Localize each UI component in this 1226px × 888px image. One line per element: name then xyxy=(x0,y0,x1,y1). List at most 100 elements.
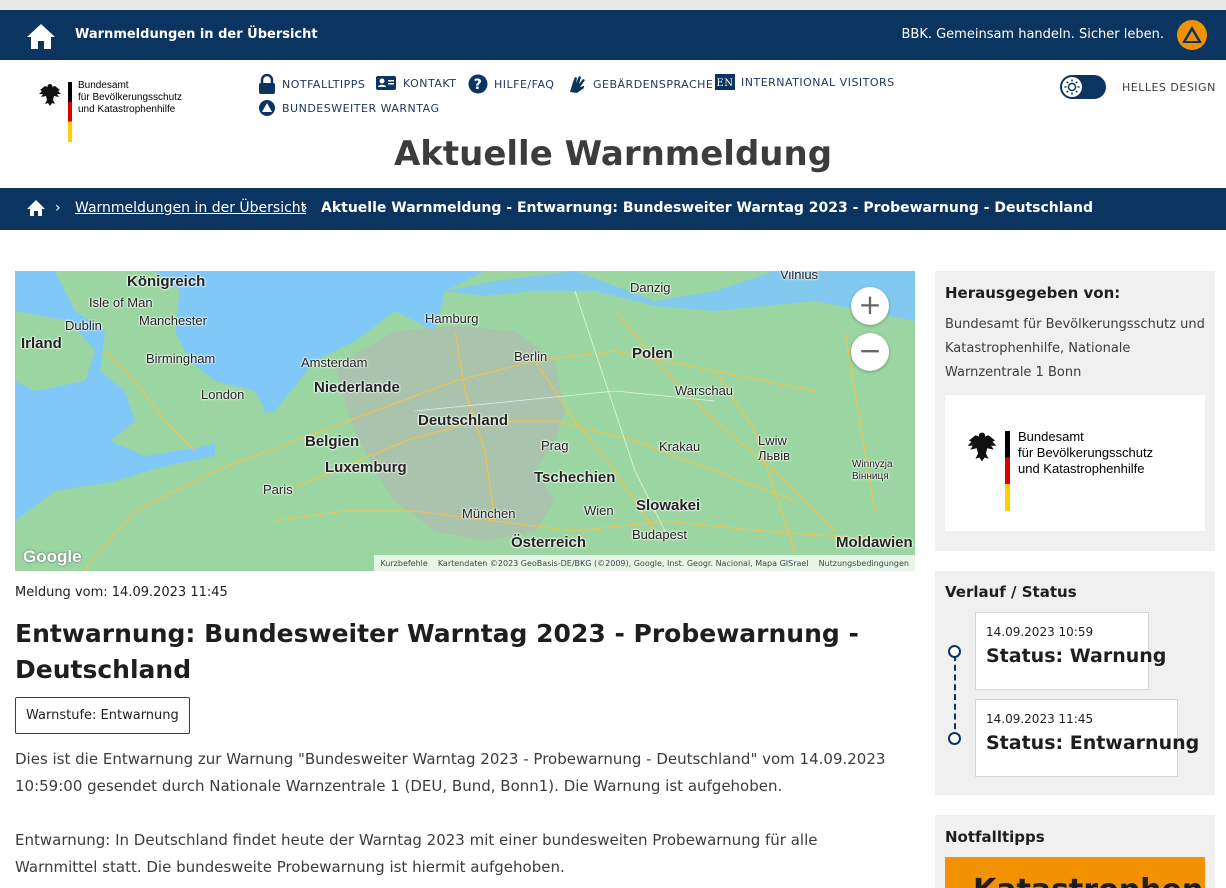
chevron-right-icon: › xyxy=(55,200,61,216)
publisher-heading: Herausgegeben von: xyxy=(945,284,1121,302)
bbk-logo-icon[interactable] xyxy=(1176,19,1208,51)
lock-icon xyxy=(259,74,275,94)
status-entry-status: Status: Entwarnung xyxy=(986,732,1200,754)
question-icon: ? xyxy=(468,74,488,94)
breadcrumb-current: Aktuelle Warnmeldung - Entwarnung: Bunde… xyxy=(321,200,1093,216)
eagle-icon xyxy=(967,432,997,462)
german-flag-bar xyxy=(68,82,72,142)
map-zoom-in-button[interactable]: + xyxy=(851,287,889,325)
sign-language-icon xyxy=(570,76,585,93)
map-label-deutschland: Deutschland xyxy=(418,412,509,429)
map-label-danzig: Danzig xyxy=(630,280,671,295)
sun-icon xyxy=(1064,79,1080,95)
warning-instruction: Entwarnung: In Deutschland findet heute … xyxy=(15,831,818,876)
map-label-manchester: Manchester xyxy=(139,313,207,328)
toggle-knob xyxy=(1062,77,1082,97)
nav-notfalltipps[interactable]: NOTFALLTIPPS xyxy=(258,74,365,94)
map-label-vilnius: Vilnius xyxy=(780,271,819,282)
timeline-line xyxy=(954,655,956,739)
warning-headline: Entwarnung: Bundesweiter Warntag 2023 - … xyxy=(15,619,859,684)
map-zoom-out-button[interactable]: − xyxy=(851,333,889,371)
top-bar: Warnmeldungen in der Übersicht BBK. Geme… xyxy=(0,10,1226,60)
status-entry-status: Status: Warnung xyxy=(986,645,1167,667)
map-label-isle-of-man: Isle of Man xyxy=(89,295,153,310)
map-label-oesterreich: Österreich xyxy=(511,534,587,551)
breadcrumb-link-overview[interactable]: Warnmeldungen in der Übersicht xyxy=(75,200,306,216)
map-label-irland: Irland xyxy=(21,335,62,352)
map-label-niederlande: Niederlande xyxy=(314,379,400,396)
map-label-polen: Polen xyxy=(632,345,673,362)
map-label-amsterdam: Amsterdam xyxy=(301,355,368,370)
top-strip xyxy=(0,0,1226,10)
status-entry-time: 14.09.2023 10:59 xyxy=(986,625,1094,639)
google-logo[interactable]: Google xyxy=(23,547,82,567)
page-title: Aktuelle Warnmeldung xyxy=(393,134,833,174)
map-label-winnyzja: Winnyzja Вінниця xyxy=(852,459,893,482)
home-icon[interactable] xyxy=(26,22,56,50)
map-label-koenigreich: Königreich xyxy=(127,273,206,290)
warning-level-badge: Warnstufe: Entwarnung xyxy=(15,697,190,734)
status-history-box: Verlauf / Status 14.09.2023 10:59 Status… xyxy=(935,571,1215,795)
map-label-lwiw: Lwiw Львів xyxy=(758,433,791,463)
map-label-wien: Wien xyxy=(584,503,614,518)
map-label-prag: Prag xyxy=(541,438,569,453)
svg-text:EN: EN xyxy=(716,78,733,89)
topbar-title-link[interactable]: Warnmeldungen in der Übersicht xyxy=(75,27,318,42)
warning-map[interactable]: Königreich Isle of Man Dublin Irland Man… xyxy=(15,271,915,571)
publisher-text: Bundesamt für Bevölkerungsschutz und Kat… xyxy=(945,317,1205,380)
nav-hilfe-faq[interactable]: ? HILFE/FAQ xyxy=(468,74,554,94)
map-label-london: London xyxy=(201,387,245,402)
logo-text: Bundesamt für Bevölkerungsschutz und Kat… xyxy=(78,80,182,115)
publisher-box: Herausgegeben von: Bundesamt für Bevölke… xyxy=(935,271,1215,551)
status-heading: Verlauf / Status xyxy=(945,583,1077,601)
breadcrumb-home-icon[interactable] xyxy=(26,199,46,217)
status-entry-time: 14.09.2023 11:45 xyxy=(986,712,1094,726)
map-label-moldawien: Moldawien xyxy=(836,534,913,551)
map-label-berlin: Berlin xyxy=(514,349,548,364)
map-label-krakau: Krakau xyxy=(659,439,701,454)
map-data-credits: Kartendaten ©2023 GeoBasis-DE/BKG (©2009… xyxy=(437,558,809,568)
map-label-muenchen: München xyxy=(462,506,516,521)
publisher-logo-text: Bundesamt für Bevölkerungsschutz und Kat… xyxy=(1018,429,1154,476)
map-label-birmingham: Birmingham xyxy=(146,351,216,366)
contact-card-icon xyxy=(376,76,396,90)
map-label-slowakei: Slowakei xyxy=(636,497,701,514)
status-entry: 14.09.2023 11:45 Status: Entwarnung xyxy=(975,699,1200,777)
map-label-dublin: Dublin xyxy=(65,318,102,333)
publisher-logo: Bundesamt für Bevölkerungsschutz und Kat… xyxy=(945,395,1205,531)
status-entry: 14.09.2023 10:59 Status: Warnung xyxy=(975,612,1167,690)
nav-international-visitors[interactable]: EN INTERNATIONAL VISITORS xyxy=(715,74,895,90)
tips-heading: Notfalltipps xyxy=(945,828,1045,846)
emergency-tips-box: Notfalltipps Katastrophen xyxy=(935,815,1215,888)
chevron-right-icon: › xyxy=(302,200,308,216)
map-label-paris: Paris xyxy=(263,482,293,497)
timeline-dot xyxy=(948,732,961,745)
topbar-slogan: BBK. Gemeinsam handeln. Sicher leben. xyxy=(901,27,1164,42)
german-flag-bar xyxy=(1005,431,1010,511)
map-label-belgien: Belgien xyxy=(305,433,360,450)
eagle-icon xyxy=(39,84,61,106)
warntag-icon xyxy=(259,100,275,116)
theme-toggle[interactable] xyxy=(1060,75,1106,99)
map-shortcuts-link[interactable]: Kurzbefehle xyxy=(380,559,427,568)
map-label-luxemburg: Luxemburg xyxy=(325,459,407,476)
map-attribution: Kurzbefehle Kartendaten ©2023 GeoBasis-D… xyxy=(374,555,915,571)
map-terms-link[interactable]: Nutzungsbedingungen xyxy=(819,559,909,568)
nav-gebaerdensprache[interactable]: GEBÄRDENSPRACHE xyxy=(567,74,713,94)
svg-text:?: ? xyxy=(474,77,483,93)
en-badge-icon: EN xyxy=(715,74,735,90)
map-label-hamburg: Hamburg xyxy=(425,311,479,326)
theme-label: HELLES DESIGN xyxy=(1122,81,1216,94)
warning-description: Dies ist die Entwarnung zur Warnung "Bun… xyxy=(15,750,886,795)
nav-kontakt[interactable]: KONTAKT xyxy=(375,74,456,92)
message-date: Meldung vom: 14.09.2023 11:45 xyxy=(15,585,228,600)
tips-teaser-card[interactable]: Katastrophen xyxy=(945,857,1205,888)
nav-bundesweiter-warntag[interactable]: BUNDESWEITER WARNTAG xyxy=(258,98,440,118)
timeline-dot xyxy=(948,645,961,658)
map-label-tschechien: Tschechien xyxy=(534,469,616,486)
map-label-warschau: Warschau xyxy=(675,383,734,398)
breadcrumb: › Warnmeldungen in der Übersicht › Aktue… xyxy=(0,188,1226,230)
tips-teaser-text: Katastrophen xyxy=(973,873,1203,888)
map-label-budapest: Budapest xyxy=(632,527,687,542)
header: Bundesamt für Bevölkerungsschutz und Kat… xyxy=(0,60,1226,188)
